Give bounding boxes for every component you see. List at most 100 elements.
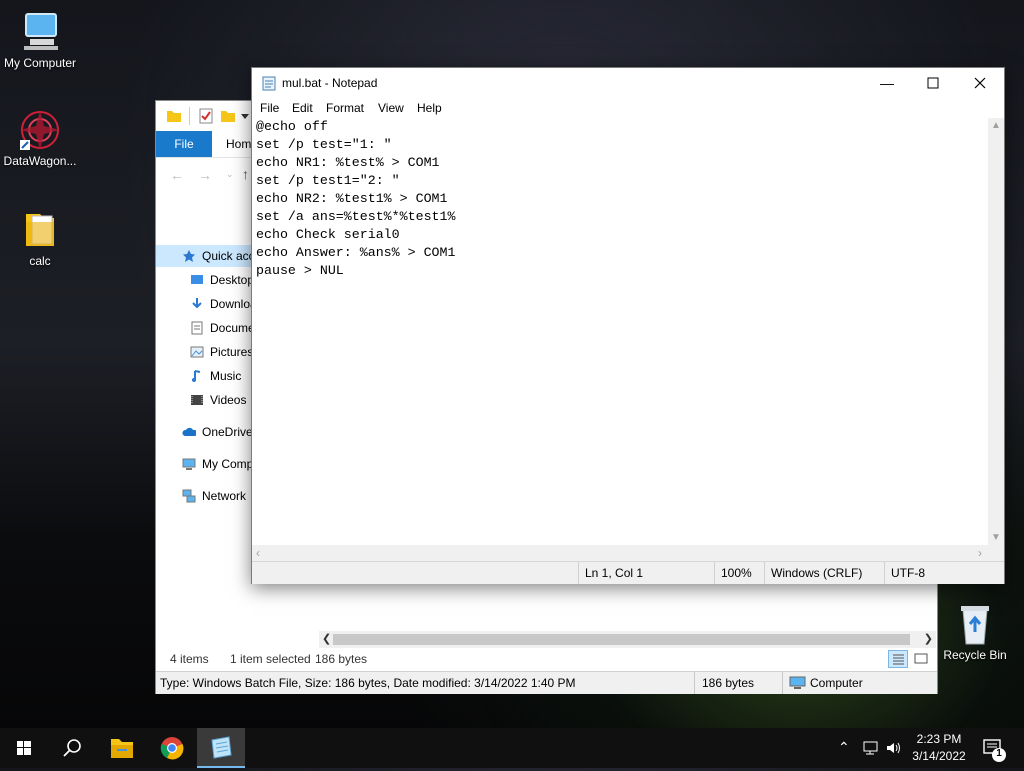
chevron-down-icon[interactable] [240, 111, 250, 121]
notepad-window[interactable]: mul.bat - Notepad — File Edit Format Vie… [251, 67, 1005, 584]
nav-item-my-computer[interactable]: My Computer [156, 453, 256, 475]
back-arrow-icon[interactable]: ← [170, 167, 184, 183]
notepad-title-bar[interactable]: mul.bat - Notepad — [252, 68, 1004, 98]
start-button[interactable] [0, 728, 48, 768]
network-icon[interactable] [862, 740, 880, 756]
recycle-bin-icon [953, 602, 997, 646]
video-icon [191, 395, 203, 405]
scroll-right-icon[interactable]: › [978, 546, 982, 560]
large-icons-view-icon [914, 653, 928, 664]
nav-item-label: Desktop [210, 273, 255, 287]
star-icon [183, 250, 195, 262]
up-arrow-icon[interactable]: ↑ [242, 166, 249, 182]
maximize-button[interactable] [910, 68, 956, 98]
nav-item-label: Music [210, 369, 242, 383]
large-icons-view-button[interactable] [912, 650, 932, 668]
forward-arrow-icon[interactable]: → [198, 167, 212, 183]
folder-icon [18, 208, 62, 252]
computer-icon [789, 676, 806, 689]
action-center-button[interactable]: 1 [978, 728, 1024, 768]
desktop-icon-label: DataWagon... [3, 154, 77, 168]
explorer-status-bar: 4 items 1 item selected 186 bytes [156, 648, 937, 670]
menu-format[interactable]: Format [326, 98, 364, 118]
nav-item-network[interactable]: Network [156, 485, 256, 507]
scrollbar-corner [988, 545, 1004, 561]
clock-date[interactable]: 3/14/2022 [906, 749, 972, 763]
vertical-scrollbar[interactable]: ▲ ▼ [988, 118, 1004, 545]
close-icon [974, 77, 986, 89]
cursor-position: Ln 1, Col 1 [578, 562, 711, 584]
chevron-left-icon[interactable]: ❮ [322, 632, 331, 645]
menu-bar: File Edit Format View Help [252, 98, 1004, 118]
details-view-button[interactable] [888, 650, 908, 668]
notepad-status-bar: Ln 1, Col 1 100% Windows (CRLF) UTF-8 [252, 561, 1004, 584]
datawagon-icon [18, 108, 62, 152]
music-icon [192, 370, 201, 382]
zoom-level: 100% [714, 562, 765, 584]
nav-item-label: OneDrive [202, 425, 253, 439]
chrome-icon [160, 737, 184, 760]
computer-icon [18, 10, 62, 54]
pictures-icon [190, 346, 204, 358]
recent-locations-icon[interactable]: ⌄ [226, 169, 234, 180]
tab-file[interactable]: File [156, 131, 212, 157]
desktop-icon-label: calc [29, 254, 51, 268]
nav-item-quick-access[interactable]: Quick access [156, 245, 256, 267]
folder-icon [111, 739, 133, 758]
taskbar-file-explorer[interactable] [98, 728, 146, 768]
nav-item-documents[interactable]: Documents [164, 317, 264, 339]
notepad-icon [211, 736, 232, 759]
desktop-icon-my-computer[interactable]: My Computer [0, 10, 80, 70]
cloud-icon [182, 427, 196, 436]
desktop-icon-recycle-bin[interactable]: Recycle Bin [935, 602, 1015, 662]
volume-icon[interactable] [885, 740, 903, 756]
desktop-icon-datawagon[interactable]: DataWagon... [0, 108, 80, 168]
item-count: 4 items [170, 652, 209, 666]
minimize-icon: — [880, 75, 894, 91]
file-list-horizontal-scrollbar[interactable]: ❮ ❯ [319, 631, 936, 648]
menu-view[interactable]: View [378, 98, 404, 118]
properties-icon[interactable] [198, 108, 214, 124]
nav-item-pictures[interactable]: Pictures [164, 341, 264, 363]
text-editor[interactable]: @echo off set /p test="1: " echo NR1: %t… [252, 118, 988, 545]
nav-item-downloads[interactable]: Downloads [164, 293, 264, 315]
scroll-up-icon[interactable]: ▲ [991, 120, 1001, 131]
chevron-up-icon[interactable]: ⌃ [838, 739, 850, 756]
editor-content[interactable]: @echo off set /p test="1: " echo NR1: %t… [256, 118, 456, 280]
nav-item-label: Pictures [210, 345, 254, 359]
maximize-icon [927, 77, 939, 89]
menu-edit[interactable]: Edit [292, 98, 313, 118]
download-icon [192, 298, 202, 309]
windows-logo-icon [17, 741, 31, 755]
taskbar: ⌃ 2:23 PM 3/14/2022 1 [0, 728, 1024, 768]
scroll-left-icon[interactable]: ‹ [256, 546, 260, 560]
nav-item-videos[interactable]: Videos [164, 389, 264, 411]
minimize-button[interactable]: — [864, 68, 910, 98]
nav-item-desktop[interactable]: Desktop [164, 269, 264, 291]
close-button[interactable] [957, 68, 1003, 98]
folder-icon [167, 111, 181, 122]
nav-item-music[interactable]: Music [164, 365, 264, 387]
selection-count: 1 item selected [230, 652, 311, 666]
menu-file[interactable]: File [260, 98, 279, 118]
desktop-icon-label: My Computer [3, 56, 77, 70]
taskbar-notepad[interactable] [197, 728, 245, 768]
chevron-right-icon[interactable]: ❯ [924, 632, 933, 645]
computer-icon [182, 458, 196, 470]
menu-help[interactable]: Help [417, 98, 442, 118]
nav-item-label: Quick access [202, 249, 256, 263]
details-size: 186 bytes [702, 676, 755, 690]
desktop-folder-icon [191, 275, 203, 284]
taskbar-chrome[interactable] [148, 728, 196, 768]
horizontal-scrollbar[interactable]: ‹ › [252, 545, 988, 561]
search-button[interactable] [48, 728, 96, 768]
nav-item-onedrive[interactable]: OneDrive [156, 421, 256, 443]
scrollbar-thumb[interactable] [333, 634, 910, 645]
line-ending: Windows (CRLF) [764, 562, 881, 584]
window-title: mul.bat - Notepad [282, 76, 378, 90]
new-folder-icon[interactable] [220, 108, 236, 124]
details-location: Computer [810, 676, 863, 690]
scroll-down-icon[interactable]: ▼ [991, 532, 1001, 543]
clock-time[interactable]: 2:23 PM [906, 732, 972, 746]
desktop-icon-calc[interactable]: calc [0, 208, 80, 268]
